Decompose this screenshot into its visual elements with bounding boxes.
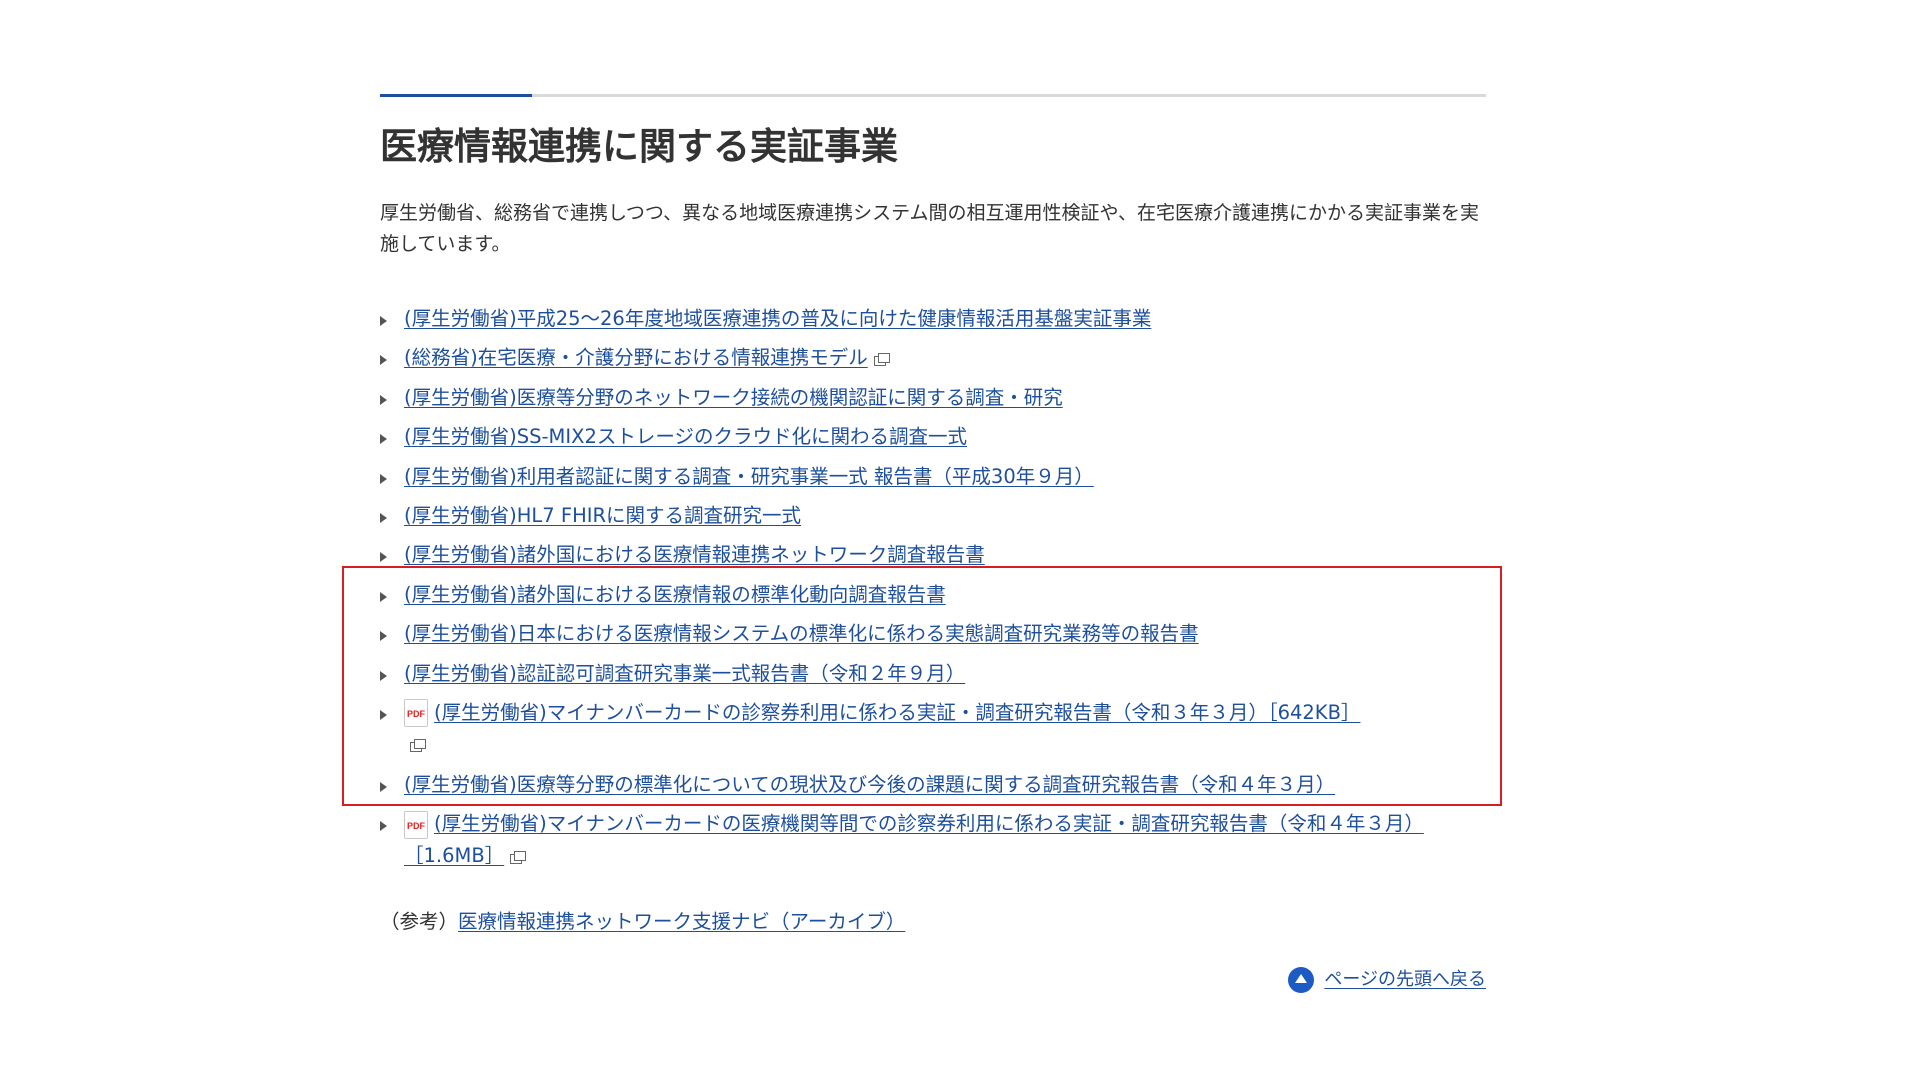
- caret-right-icon: [380, 316, 387, 326]
- document-link[interactable]: (厚生労働省)認証認可調査研究事業一式報告書（令和２年９月）: [404, 662, 965, 685]
- document-link[interactable]: (厚生労働省)SS-MIX2ストレージのクラウド化に関わる調査一式: [404, 425, 967, 448]
- arrow-up-circle-icon: [1288, 967, 1315, 993]
- list-item: (厚生労働省)利用者認証に関する調査・研究事業一式 報告書（平成30年９月）: [380, 461, 1486, 500]
- document-link[interactable]: (厚生労働省)平成25～26年度地域医療連携の普及に向けた健康情報活用基盤実証事…: [404, 307, 1151, 330]
- pdf-icon: PDF: [404, 699, 428, 728]
- caret-right-icon: [380, 512, 387, 523]
- document-link[interactable]: (総務省)在宅医療・介護分野における情報連携モデル: [404, 346, 868, 369]
- reference-prefix: （参考）: [380, 910, 459, 933]
- caret-right-icon: [380, 670, 387, 681]
- document-link[interactable]: (厚生労働省)HL7 FHIRに関する調査研究一式: [404, 504, 801, 527]
- pdf-icon: PDF: [404, 810, 428, 839]
- reference-link[interactable]: 医療情報連携ネットワーク支援ナビ（アーカイブ）: [458, 910, 905, 933]
- section-title: 医療情報連携に関する実証事業: [380, 125, 898, 168]
- document-link[interactable]: (厚生労働省)諸外国における医療情報の標準化動向調査報告書: [404, 583, 946, 606]
- caret-right-icon: [380, 552, 387, 563]
- back-to-top[interactable]: ページの先頭へ戻る: [1288, 966, 1486, 994]
- caret-right-icon: [380, 781, 387, 792]
- list-item: (厚生労働省)認証認可調査研究事業一式報告書（令和２年９月）: [380, 658, 1486, 697]
- external-window-icon: [410, 739, 426, 753]
- list-item: (厚生労働省)SS-MIX2ストレージのクラウド化に関わる調査一式: [380, 421, 1486, 460]
- document-link[interactable]: (厚生労働省)医療等分野のネットワーク接続の機関認証に関する調査・研究: [404, 386, 1063, 409]
- list-item: (厚生労働省)諸外国における医療情報連携ネットワーク調査報告書: [380, 539, 1486, 578]
- heading-divider: [380, 94, 1486, 97]
- back-to-top-link[interactable]: ページの先頭へ戻る: [1324, 966, 1486, 994]
- list-item: (総務省)在宅医療・介護分野における情報連携モデル: [380, 342, 1486, 381]
- section-intro: 厚生労働省、総務省で連携しつつ、異なる地域医療連携システム間の相互運用性検証や、…: [380, 202, 1479, 255]
- caret-right-icon: [380, 591, 387, 602]
- document-link-list: (厚生労働省)平成25～26年度地域医療連携の普及に向けた健康情報活用基盤実証事…: [380, 303, 1486, 880]
- caret-right-icon: [380, 821, 387, 832]
- caret-right-icon: [380, 394, 387, 405]
- list-item: (厚生労働省)諸外国における医療情報の標準化動向調査報告書: [380, 579, 1486, 618]
- caret-right-icon: [380, 631, 387, 642]
- document-link[interactable]: (厚生労働省)マイナンバーカードの診察券利用に係わる実証・調査研究報告書（令和３…: [434, 701, 1360, 724]
- heading-divider-accent: [380, 94, 532, 97]
- caret-right-icon: [380, 434, 387, 445]
- document-link[interactable]: (厚生労働省)諸外国における医療情報連携ネットワーク調査報告書: [404, 543, 985, 566]
- document-link[interactable]: (厚生労働省)日本における医療情報システムの標準化に係わる実態調査研究業務等の報…: [404, 622, 1199, 645]
- list-item: PDF (厚生労働省)マイナンバーカードの医療機関等間での診察券利用に係わる実証・…: [380, 808, 1486, 880]
- list-item: (厚生労働省)平成25～26年度地域医療連携の普及に向けた健康情報活用基盤実証事…: [380, 303, 1486, 342]
- external-window-icon: [873, 352, 890, 366]
- list-item: PDF (厚生労働省)マイナンバーカードの診察券利用に係わる実証・調査研究報告書（…: [380, 697, 1486, 769]
- list-item: (厚生労働省)医療等分野の標準化についての現状及び今後の課題に関する調査研究報告…: [380, 769, 1486, 808]
- list-item: (厚生労働省)日本における医療情報システムの標準化に係わる実態調査研究業務等の報…: [380, 618, 1486, 657]
- external-window-icon: [510, 850, 527, 864]
- document-link[interactable]: (厚生労働省)マイナンバーカードの医療機関等間での診察券利用に係わる実証・調査研…: [404, 812, 1424, 867]
- caret-right-icon: [380, 355, 387, 366]
- document-link[interactable]: (厚生労働省)医療等分野の標準化についての現状及び今後の課題に関する調査研究報告…: [404, 773, 1335, 796]
- list-item: (厚生労働省)医療等分野のネットワーク接続の機関認証に関する調査・研究: [380, 382, 1486, 421]
- document-link[interactable]: (厚生労働省)利用者認証に関する調査・研究事業一式 報告書（平成30年９月）: [404, 465, 1094, 488]
- caret-right-icon: [380, 709, 387, 720]
- list-item: (厚生労働省)HL7 FHIRに関する調査研究一式: [380, 500, 1486, 539]
- reference-line: （参考）医療情報連携ネットワーク支援ナビ（アーカイブ）: [380, 906, 905, 938]
- caret-right-icon: [380, 473, 387, 484]
